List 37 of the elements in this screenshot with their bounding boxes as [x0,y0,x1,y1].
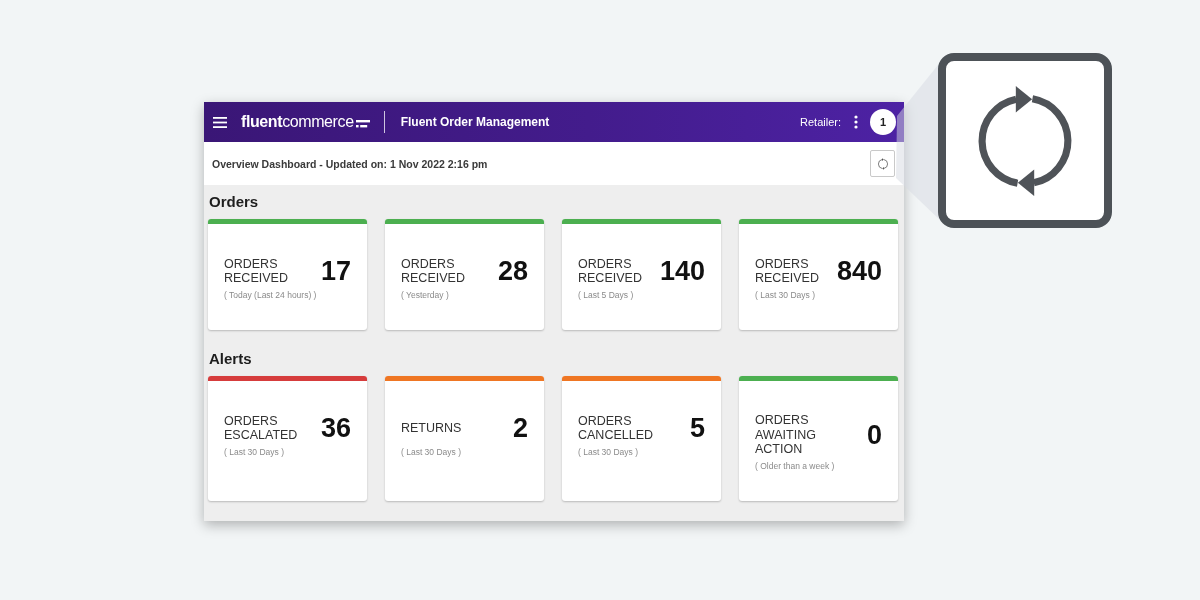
toolbar-title: Overview Dashboard - Updated on: 1 Nov 2022 2:16 pm [212,157,488,170]
logo-mark-icon [355,119,370,128]
metric-value: 36 [320,413,351,443]
count-badge[interactable]: 1 [870,109,896,135]
metric-label: ORDERS RECEIVED [401,256,466,286]
metric-period: ( Last 30 Days ) [224,447,285,458]
metric-value: 840 [836,256,882,286]
metric-value: 140 [659,256,705,286]
refresh-button[interactable] [870,150,895,177]
metric-value: 2 [512,413,528,443]
metric-period: ( Older than a week ) [755,460,836,472]
section-heading: Orders [209,193,260,211]
metric-label: ORDERS AWAITING ACTION [755,413,817,457]
app-title: Fluent Order Management [400,115,550,129]
metric-period: ( Last 30 Days ) [401,447,462,458]
metric-label: ORDERS RECEIVED [755,256,820,286]
metric-label: ORDERS CANCELLED [578,413,655,443]
metric-period: ( Last 30 Days ) [578,447,639,458]
brand-logo[interactable]: fluentcommerce [241,113,354,131]
refresh-icon [978,84,1072,197]
metric-value: 0 [866,419,882,450]
metric-label: ORDERS RECEIVED [224,256,289,286]
metric-period: ( Today (Last 24 hours) ) [224,290,318,301]
section-heading: Alerts [209,350,253,368]
metric-period: ( Last 5 Days ) [578,290,635,301]
menu-icon[interactable] [213,116,227,128]
more-icon[interactable] [854,115,858,129]
metric-label: ORDERS ESCALATED [224,413,299,443]
metric-period: ( Yesterday ) [401,290,450,301]
metric-label: ORDERS RECEIVED [578,256,643,286]
refresh-icon [877,157,888,170]
metric-period: ( Last 30 Days ) [755,290,816,301]
retailer-label: Retailer: [800,116,841,128]
metric-value: 17 [320,256,351,286]
metric-value: 28 [497,256,528,286]
metric-label: RETURNS [401,420,463,436]
metric-value: 5 [689,413,705,443]
